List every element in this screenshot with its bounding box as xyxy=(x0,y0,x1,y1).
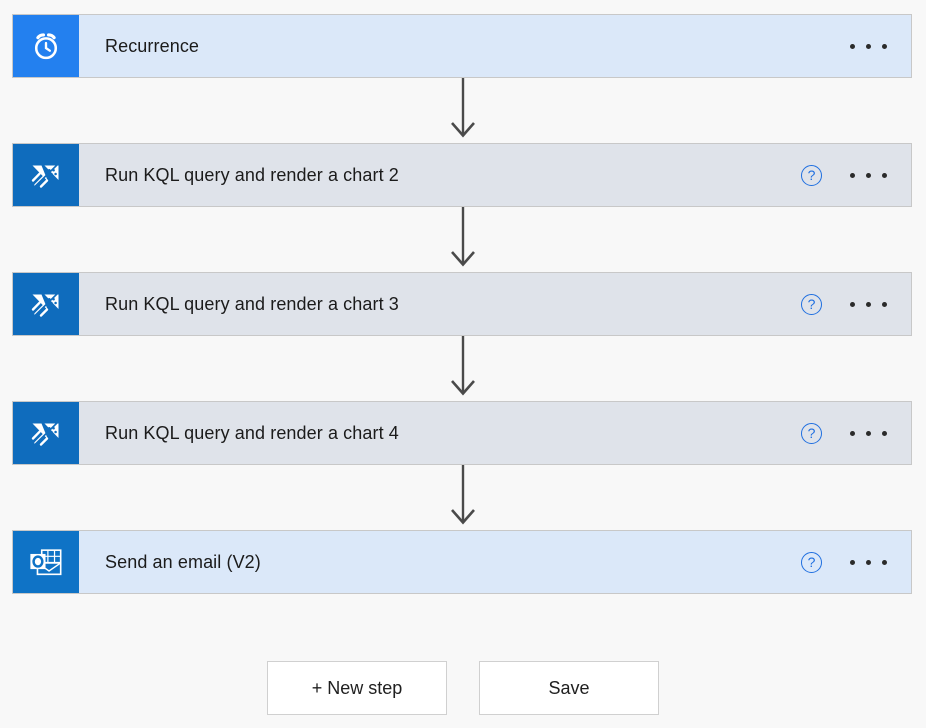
step-overflow-menu-icon[interactable] xyxy=(848,425,889,442)
arrow-down-icon xyxy=(436,78,490,140)
save-button[interactable]: Save xyxy=(479,661,659,715)
step-actions: ? xyxy=(801,273,911,335)
connector-arrow-2 xyxy=(436,207,490,269)
step-actions xyxy=(848,15,911,77)
step-overflow-menu-icon[interactable] xyxy=(848,167,889,184)
step-title: Run KQL query and render a chart 4 xyxy=(79,402,801,464)
outlook-icon xyxy=(28,545,64,579)
help-icon[interactable]: ? xyxy=(801,294,822,315)
help-icon[interactable]: ? xyxy=(801,165,822,186)
step-title: Send an email (V2) xyxy=(79,531,801,593)
help-icon[interactable]: ? xyxy=(801,552,822,573)
step-actions: ? xyxy=(801,402,911,464)
step-overflow-menu-icon[interactable] xyxy=(848,38,889,55)
alarm-clock-icon xyxy=(29,29,63,63)
workflow-step-card-kql-4[interactable]: Run KQL query and render a chart 4 ? xyxy=(12,401,912,465)
step-icon-tile xyxy=(13,273,79,335)
azure-data-explorer-icon xyxy=(28,415,64,451)
step-icon-tile xyxy=(13,144,79,206)
connector-arrow-1 xyxy=(436,78,490,140)
step-overflow-menu-icon[interactable] xyxy=(848,554,889,571)
logic-app-designer-canvas: Recurrence xyxy=(0,0,926,728)
azure-data-explorer-icon xyxy=(28,157,64,193)
workflow-step-card-send-email[interactable]: Send an email (V2) ? xyxy=(12,530,912,594)
step-actions: ? xyxy=(801,531,911,593)
workflow-step-card-kql-3[interactable]: Run KQL query and render a chart 3 ? xyxy=(12,272,912,336)
step-icon-tile xyxy=(13,531,79,593)
help-icon[interactable]: ? xyxy=(801,423,822,444)
arrow-down-icon xyxy=(436,207,490,269)
workflow-step-card-kql-2[interactable]: Run KQL query and render a chart 2 ? xyxy=(12,143,912,207)
step-actions: ? xyxy=(801,144,911,206)
step-title: Run KQL query and render a chart 2 xyxy=(79,144,801,206)
arrow-down-icon xyxy=(436,465,490,527)
connector-arrow-4 xyxy=(436,465,490,527)
azure-data-explorer-icon xyxy=(28,286,64,322)
connector-arrow-3 xyxy=(436,336,490,398)
step-icon-tile xyxy=(13,15,79,77)
workflow-step-card-recurrence[interactable]: Recurrence xyxy=(12,14,912,78)
step-title: Run KQL query and render a chart 3 xyxy=(79,273,801,335)
new-step-button[interactable]: + New step xyxy=(267,661,447,715)
step-icon-tile xyxy=(13,402,79,464)
designer-footer-toolbar: + New step Save xyxy=(0,661,926,715)
arrow-down-icon xyxy=(436,336,490,398)
step-overflow-menu-icon[interactable] xyxy=(848,296,889,313)
step-title: Recurrence xyxy=(79,15,848,77)
